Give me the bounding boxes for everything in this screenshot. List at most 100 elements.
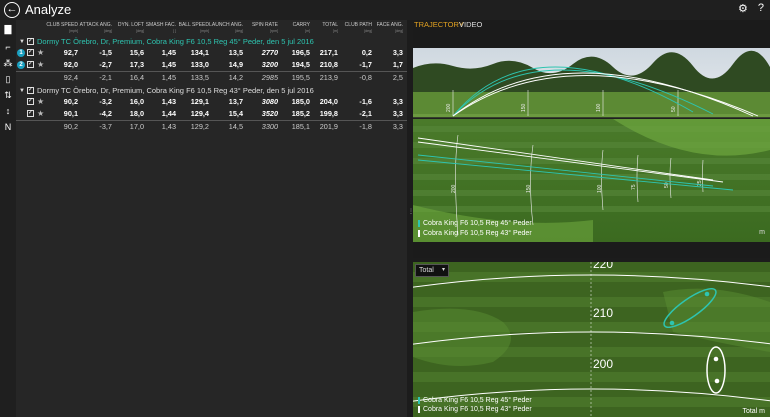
shot-cell: 92,7	[63, 48, 78, 57]
folder-icon[interactable]: ▇	[3, 24, 13, 34]
range-label: 200	[593, 357, 614, 371]
column-header-unit: [deg]	[364, 29, 372, 33]
shot-checkbox[interactable]: ✓	[27, 49, 34, 56]
shot-checkbox[interactable]: ✓	[27, 61, 34, 68]
column-header[interactable]: SPIN RATE [rpm]	[252, 22, 278, 34]
session-title: Dormy TC Örebro, Dr, Premium, Cobra King…	[37, 37, 314, 46]
shot-row[interactable]: ✓ ★ 90,2 -3,2 16,0 1,43 129,1 13,7 3080 185,0 204,…	[16, 97, 407, 107]
disp-legend-item-1: Cobra King F6 10,5 Reg 45° Peder	[418, 396, 532, 405]
shot-point[interactable]	[713, 356, 719, 362]
session-group-header[interactable]: ▼ ✓ Dormy TC Örebro, Dr, Premium, Cobra Ki…	[16, 86, 407, 96]
svg-text:100: 100	[597, 184, 603, 193]
column-header[interactable]: CLUB PATH [deg]	[345, 22, 372, 34]
column-header[interactable]: CARRY [m]	[293, 22, 310, 34]
shot-cell: -4,2	[99, 109, 112, 118]
column-header-label: SMASH FAC.	[145, 22, 176, 28]
shot-cell: 13,7	[228, 97, 243, 106]
shot-cell: 134,1	[190, 48, 209, 57]
sort-icon[interactable]: ↕	[3, 106, 13, 116]
average-cell: 14,5	[228, 122, 243, 131]
help-icon[interactable]: ?	[758, 2, 764, 15]
shot-cell: 1,44	[161, 109, 176, 118]
column-header-unit: [rpm]	[270, 29, 278, 33]
shot-checkbox[interactable]: ✓	[27, 110, 34, 117]
shot-cell: 3,3	[392, 48, 403, 57]
column-header[interactable]: BALL SPEED [mph]	[179, 22, 209, 34]
dispersion-svg	[413, 262, 770, 417]
shot-cell: 2770	[261, 48, 278, 57]
svg-text:200: 200	[446, 103, 452, 112]
left-toolbar: ▇ ⌐ ⁂ ▯ ⇅ ↕ N	[0, 20, 16, 417]
tab-video[interactable]: VIDEO	[459, 20, 482, 30]
column-header[interactable]: TOTAL [m]	[322, 22, 338, 34]
back-arrow-icon[interactable]: ←	[4, 2, 20, 18]
average-cell: 213,9	[319, 73, 338, 82]
column-header-unit: [deg]	[235, 29, 243, 33]
column-header[interactable]: FACE ANG. [deg]	[377, 22, 403, 34]
average-cell: 185,1	[291, 122, 310, 131]
star-icon[interactable]: ★	[37, 109, 44, 119]
shot-row[interactable]: 1 ✓ ★ 92,7 -1,5 15,6 1,45 134,1 13,5 2770 196,5 217…	[16, 48, 407, 58]
dispersion-panel: Total ▾ 220 210 200 Cobra King F6 10,5 Re…	[413, 262, 770, 417]
shot-cell: -1,5	[99, 48, 112, 57]
splitter-handle[interactable]: ⋮	[408, 209, 414, 224]
session-group-header[interactable]: ▼ ✓ Dormy TC Örebro, Dr, Premium, Cobra Ki…	[16, 37, 407, 47]
shot-cell: 14,9	[228, 60, 243, 69]
gear-icon[interactable]: ⚙	[738, 2, 748, 15]
shot-cell: 16,0	[129, 97, 144, 106]
legend-swatch	[418, 406, 420, 413]
average-cell: 2985	[261, 73, 278, 82]
collapse-icon[interactable]: ▼	[19, 86, 25, 96]
average-cell: 90,2	[63, 122, 78, 131]
shot-cell: 3,3	[392, 97, 403, 106]
svg-text:100: 100	[596, 103, 602, 112]
trajectory-unit: m	[759, 229, 765, 236]
shot-cell: 3520	[261, 109, 278, 118]
shot-cell: 90,1	[63, 109, 78, 118]
svg-text:150: 150	[521, 103, 527, 112]
average-cell: 3,3	[392, 122, 403, 131]
column-header[interactable]: SMASH FAC.[ ]	[146, 22, 176, 34]
shot-cell: 194,5	[291, 60, 310, 69]
column-header[interactable]: LAUNCH ANG. [deg]	[209, 22, 243, 34]
svg-text:200: 200	[451, 184, 457, 193]
normalize-icon[interactable]: N	[3, 122, 13, 132]
shot-cell: 15,4	[228, 109, 243, 118]
legend-swatch	[418, 397, 420, 404]
column-header[interactable]: ATTACK ANG. [deg]	[80, 22, 112, 34]
range-label: 210	[593, 306, 614, 320]
average-cell: -2,1	[99, 73, 112, 82]
group-checkbox[interactable]: ✓	[27, 38, 34, 45]
top-icons: ⚙ ?	[738, 2, 764, 15]
shot-cell: 17,3	[129, 60, 144, 69]
trajectory-icon[interactable]: ⌐	[3, 42, 13, 52]
column-header-unit: [deg]	[136, 29, 144, 33]
tab-trajectory[interactable]: TRAJECTORY	[414, 20, 464, 30]
shot-point[interactable]	[704, 291, 710, 297]
shot-cell: 13,5	[228, 48, 243, 57]
column-header[interactable]: CLUB SPEED [mph]	[46, 22, 78, 34]
column-header[interactable]: DYN. LOFT [deg]	[118, 22, 144, 34]
average-cell: -0,8	[359, 73, 372, 82]
group-checkbox[interactable]: ✓	[27, 87, 34, 94]
shot-row[interactable]: ✓ ★ 90,1 -4,2 18,0 1,44 129,4 15,4 3520 185,2 199,…	[16, 109, 407, 119]
shot-checkbox[interactable]: ✓	[27, 98, 34, 105]
star-icon[interactable]: ★	[37, 97, 44, 107]
collapse-icon[interactable]: ▼	[19, 37, 25, 47]
scatter-icon[interactable]: ⁂	[3, 58, 13, 68]
legend-swatch	[418, 220, 420, 227]
row-divider	[16, 120, 407, 121]
svg-text:75: 75	[631, 184, 637, 190]
shot-point[interactable]	[669, 320, 675, 326]
shot-cell: 133,0	[190, 60, 209, 69]
shot-row[interactable]: 2 ✓ ★ 92,0 -2,7 17,3 1,45 133,0 14,9 3200 194,5 210…	[16, 60, 407, 70]
average-cell: -1,8	[359, 122, 372, 131]
shot-point[interactable]	[714, 378, 720, 384]
compare-icon[interactable]: ⇅	[3, 90, 13, 100]
metric-select[interactable]: Total ▾	[415, 264, 449, 277]
average-cell: -3,7	[99, 122, 112, 131]
star-icon[interactable]: ★	[37, 60, 44, 70]
delete-icon[interactable]: ▯	[3, 74, 13, 84]
chevron-down-icon: ▾	[441, 267, 445, 273]
star-icon[interactable]: ★	[37, 48, 44, 58]
